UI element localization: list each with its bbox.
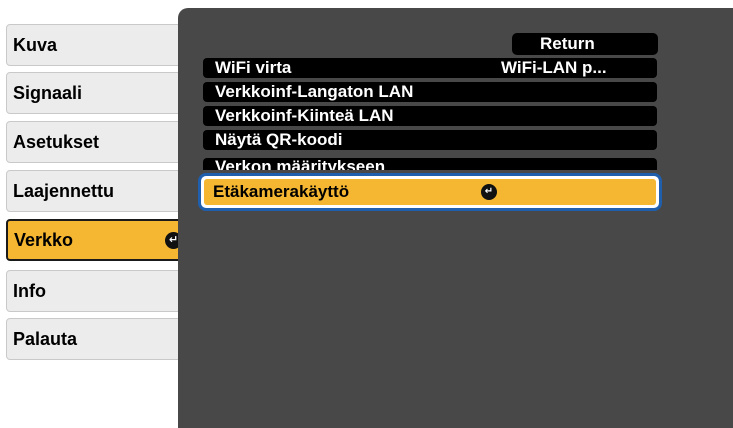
menu-item-verkkoinf-kiintea[interactable]: Verkkoinf-Kiinteä LAN xyxy=(203,106,657,126)
sidebar-item-signaali[interactable]: Signaali xyxy=(6,72,192,114)
sidebar-item-asetukset[interactable]: Asetukset xyxy=(6,121,192,163)
menu-item-etakamerakaytto[interactable]: Etäkamerakäyttö ↵ xyxy=(204,179,656,205)
sidebar-item-label: Palauta xyxy=(13,328,78,349)
menu-item-label: Verkkoinf-Langaton LAN xyxy=(215,82,414,101)
menu-item-wifi-virta[interactable]: WiFi virta WiFi-LAN p... xyxy=(203,58,657,78)
enter-return-icon: ↵ xyxy=(481,184,497,200)
sidebar-item-kuva[interactable]: Kuva xyxy=(6,24,192,66)
menu-item-verkkoinf-langaton[interactable]: Verkkoinf-Langaton LAN xyxy=(203,82,657,102)
sidebar-item-palauta[interactable]: Palauta xyxy=(6,318,192,360)
menu-item-label: Verkkoinf-Kiinteä LAN xyxy=(215,106,394,125)
sidebar-item-label: Asetukset xyxy=(13,131,100,152)
sidebar-item-label: Verkko xyxy=(14,229,74,250)
menu-item-verkon-maaritykseen[interactable]: Verkon määritykseen xyxy=(203,158,657,170)
menu-item-nayta-qr-koodi[interactable]: Näytä QR-koodi xyxy=(203,130,657,150)
sidebar-item-label: Laajennettu xyxy=(13,180,115,201)
sidebar-item-label: Kuva xyxy=(13,34,58,55)
sidebar-item-info[interactable]: Info xyxy=(6,270,192,312)
menu-item-value: WiFi-LAN p... xyxy=(501,58,607,77)
return-button[interactable]: Return xyxy=(512,33,658,55)
sidebar-item-verkko[interactable]: Verkko ↵ xyxy=(6,219,192,261)
sidebar-item-label: Info xyxy=(13,280,46,301)
menu-item-label: Verkon määritykseen xyxy=(215,158,386,170)
selected-menu-item[interactable]: Etäkamerakäyttö ↵ xyxy=(198,173,662,211)
sidebar-item-label: Signaali xyxy=(13,82,83,103)
sidebar-item-laajennettu[interactable]: Laajennettu xyxy=(6,170,192,212)
menu-item-label: WiFi virta xyxy=(215,58,292,77)
menu-item-label: Etäkamerakäyttö xyxy=(213,182,350,201)
menu-item-label: Näytä QR-koodi xyxy=(215,130,343,149)
